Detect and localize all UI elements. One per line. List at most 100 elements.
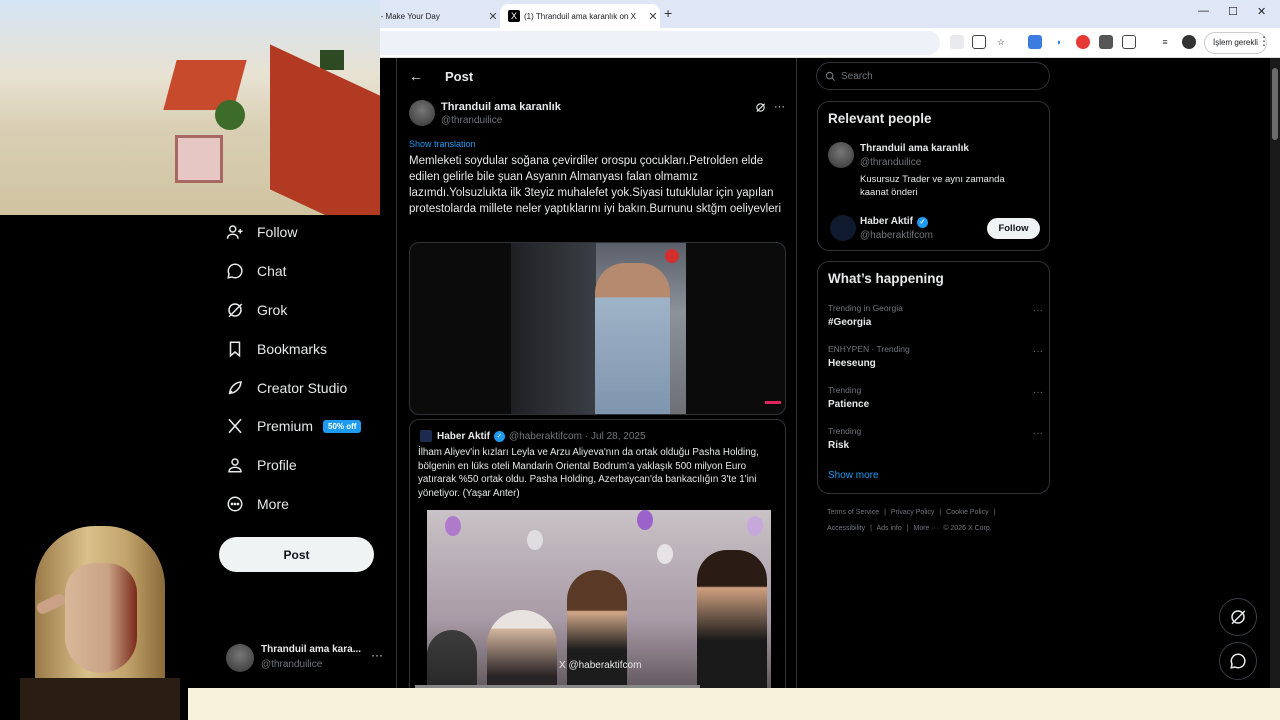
audio-extension-icon[interactable]: ◗ bbox=[1052, 35, 1066, 49]
new-tab-button[interactable]: + bbox=[664, 5, 672, 21]
nav-creator-studio[interactable]: Creator Studio bbox=[226, 374, 347, 402]
install-app-icon[interactable] bbox=[972, 35, 986, 49]
scrollbar-thumb[interactable] bbox=[1272, 68, 1278, 140]
extension-icon[interactable] bbox=[1028, 35, 1042, 49]
browser-tab-active[interactable]: X (1) Thranduil ama karanlık on X ✕ bbox=[500, 4, 660, 28]
trend-more-icon[interactable]: ··· bbox=[1033, 428, 1043, 439]
balloon bbox=[657, 544, 673, 564]
avatar[interactable] bbox=[828, 142, 854, 168]
grok-icon[interactable] bbox=[755, 102, 766, 116]
overlay-block bbox=[270, 44, 380, 215]
accessibility-link[interactable]: Accessibility bbox=[827, 525, 865, 532]
trend-topic: Patience bbox=[828, 399, 870, 410]
trend-topic: Heeseung bbox=[828, 358, 876, 369]
profile-avatar-icon[interactable] bbox=[1182, 35, 1196, 49]
nav-profile[interactable]: Profile bbox=[226, 451, 297, 479]
post-button[interactable]: Post bbox=[219, 537, 374, 572]
balloon bbox=[527, 530, 543, 550]
quoted-post-header: Haber Aktif ✓ @haberaktifcom · Jul 28, 2… bbox=[420, 430, 646, 442]
terms-link[interactable]: Terms of Service bbox=[827, 509, 879, 516]
quoted-post[interactable]: Haber Aktif ✓ @haberaktifcom · Jul 28, 2… bbox=[409, 419, 786, 720]
footer-links: Accessibility | Ads info | More ··· © 20… bbox=[827, 525, 995, 532]
trend-item[interactable]: Trending Risk ··· bbox=[828, 426, 1043, 462]
messages-fab-button[interactable] bbox=[1219, 642, 1257, 680]
trend-item[interactable]: Trending in Georgia #Georgia ··· bbox=[828, 303, 1043, 339]
person-handle[interactable]: @thranduilice bbox=[860, 157, 921, 168]
person-name[interactable]: Thranduil ama karanlık bbox=[860, 143, 969, 154]
chat-icon bbox=[1230, 653, 1246, 669]
nav-label: Creator Studio bbox=[257, 380, 348, 396]
nav-chat[interactable]: Chat bbox=[226, 257, 287, 285]
vertical-scrollbar[interactable] bbox=[1270, 58, 1280, 688]
card-title: What’s happening bbox=[828, 271, 944, 286]
search-input[interactable]: Search bbox=[816, 62, 1050, 90]
reading-list-icon[interactable]: ≡ bbox=[1158, 35, 1172, 49]
tab-close-icon[interactable]: ✕ bbox=[486, 10, 500, 23]
trend-item[interactable]: ENHYPEN · Trending Heeseung ··· bbox=[828, 344, 1043, 380]
grok-fab-button[interactable] bbox=[1219, 598, 1257, 636]
trend-context: ENHYPEN · Trending bbox=[828, 344, 910, 354]
person-name[interactable]: Haber Aktif ✓ bbox=[860, 216, 932, 228]
follow-button[interactable]: Follow bbox=[987, 218, 1040, 239]
overlay-tree bbox=[215, 100, 245, 130]
post-video[interactable] bbox=[409, 242, 786, 415]
more-icon bbox=[227, 496, 243, 512]
person-handle[interactable]: @haberaktifcom bbox=[860, 230, 933, 241]
more-link[interactable]: More ··· bbox=[914, 525, 939, 532]
post-more-icon[interactable]: ··· bbox=[774, 101, 785, 113]
back-arrow-icon[interactable]: ← bbox=[409, 68, 423, 84]
cookie-link[interactable]: Cookie Policy bbox=[946, 509, 988, 516]
window-close-icon[interactable]: ✕ bbox=[1257, 5, 1266, 18]
adblock-icon[interactable] bbox=[1076, 35, 1090, 49]
video-progress[interactable] bbox=[765, 401, 781, 404]
footer-separator: | bbox=[939, 509, 942, 516]
x-logo-icon bbox=[228, 418, 242, 434]
avatar bbox=[226, 644, 254, 672]
post-text: Memleketi soydular soğana çevirdiler oro… bbox=[409, 155, 782, 215]
nav-grok[interactable]: Grok bbox=[226, 296, 287, 324]
author-name[interactable]: Thranduil ama karanlık bbox=[441, 101, 561, 113]
show-translation-link[interactable]: Show translation bbox=[409, 139, 476, 149]
verified-icon: ✓ bbox=[916, 217, 928, 228]
overlay-block bbox=[320, 50, 344, 70]
extensions-puzzle-icon[interactable] bbox=[1122, 35, 1136, 49]
browser-menu-icon[interactable]: ⋮ bbox=[1258, 34, 1270, 48]
account-switcher[interactable]: Thranduil ama kara... @thranduilice ··· bbox=[226, 640, 386, 678]
balloon bbox=[445, 516, 461, 536]
nav-bookmarks[interactable]: Bookmarks bbox=[226, 335, 327, 363]
privacy-link[interactable]: Privacy Policy bbox=[891, 509, 935, 516]
verified-icon: ✓ bbox=[493, 430, 505, 442]
overlay-block bbox=[175, 135, 223, 183]
whats-happening-card: What’s happening Trending in Georgia #Ge… bbox=[817, 261, 1050, 494]
more-icon[interactable]: ··· bbox=[371, 648, 383, 662]
tab-close-icon[interactable]: ✕ bbox=[646, 10, 660, 23]
haber-aktif-logo-icon[interactable] bbox=[830, 215, 856, 241]
show-more-link[interactable]: Show more bbox=[828, 470, 879, 481]
grok-icon bbox=[228, 303, 243, 318]
trend-item[interactable]: Trending Patience ··· bbox=[828, 385, 1043, 421]
bookmark-star-icon[interactable]: ☆ bbox=[994, 35, 1008, 49]
extension-icon[interactable] bbox=[1099, 35, 1113, 49]
nav-premium[interactable]: Premium 50% off bbox=[226, 412, 362, 440]
avatar[interactable] bbox=[409, 100, 435, 126]
nav-follow[interactable]: Follow bbox=[226, 218, 297, 246]
trend-more-icon[interactable]: ··· bbox=[1033, 305, 1043, 316]
author-handle[interactable]: @thranduilice bbox=[441, 115, 502, 126]
address-bar[interactable] bbox=[370, 31, 940, 55]
minimize-icon[interactable]: — bbox=[1198, 5, 1209, 17]
footer-links: Terms of Service | Privacy Policy | Cook… bbox=[827, 509, 998, 516]
ads-info-link[interactable]: Ads info bbox=[876, 525, 901, 532]
maximize-icon[interactable]: ☐ bbox=[1228, 5, 1238, 18]
grok-icon bbox=[1231, 610, 1246, 625]
image-watermark: X @haberaktifcom bbox=[559, 660, 642, 671]
translate-icon[interactable] bbox=[950, 35, 964, 49]
nav-more[interactable]: More bbox=[226, 490, 289, 518]
browser-tab-inactive[interactable]: ok - Make Your Day ✕ bbox=[370, 4, 500, 28]
video-logo-icon bbox=[665, 249, 679, 263]
trend-more-icon[interactable]: ··· bbox=[1033, 387, 1043, 398]
nav-label: Profile bbox=[257, 457, 297, 473]
quoted-text: İlham Aliyev'in kızları Leyla ve Arzu Al… bbox=[418, 447, 759, 499]
relevant-people-card: Relevant people Thranduil ama karanlık @… bbox=[817, 101, 1050, 251]
trend-more-icon[interactable]: ··· bbox=[1033, 346, 1043, 357]
footer-separator: | bbox=[993, 509, 996, 516]
